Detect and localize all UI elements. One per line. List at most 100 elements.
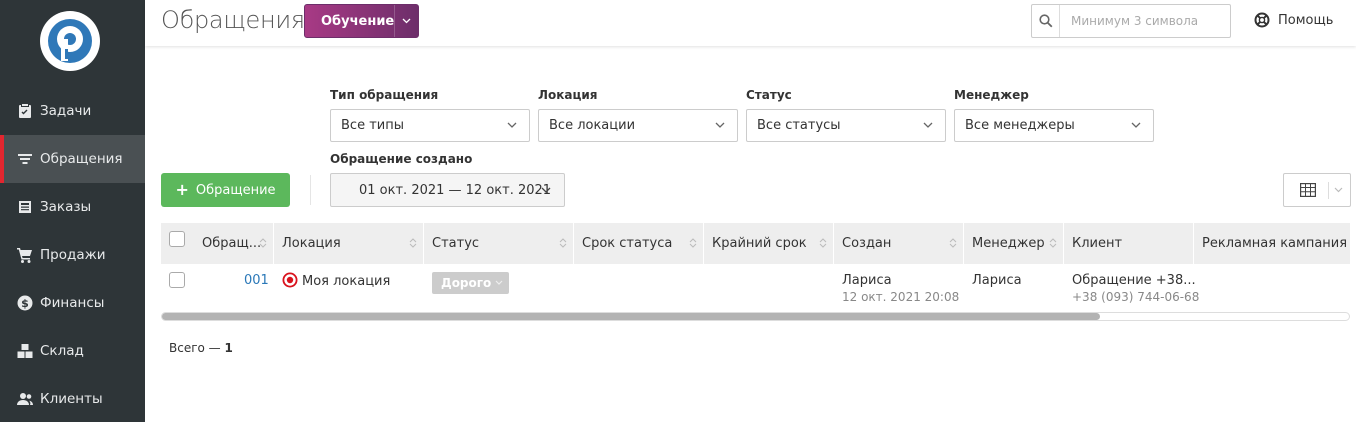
column-header-client[interactable]: Клиент bbox=[1064, 223, 1194, 264]
location-target-icon bbox=[282, 272, 298, 288]
column-header-label: Менеджер bbox=[972, 236, 1045, 251]
scrollbar-thumb[interactable] bbox=[162, 313, 1100, 320]
created-at: 12 окт. 2021 20:08 bbox=[842, 290, 960, 304]
help-label: Помощь bbox=[1278, 12, 1334, 28]
total-count: Всего — 1 bbox=[169, 341, 233, 355]
table-row[interactable]: 001 Моя локация Дорого Лариса 12 окт. 20… bbox=[161, 264, 1350, 312]
column-header-label: Создан bbox=[842, 236, 892, 251]
request-number-link[interactable]: 001 bbox=[244, 273, 269, 288]
sort-icon bbox=[559, 238, 567, 248]
chevron-down-icon bbox=[541, 187, 551, 193]
sidebar-item-tasks[interactable]: Задачи bbox=[0, 87, 145, 135]
chevron-down-icon bbox=[923, 122, 933, 128]
select-all-checkbox[interactable] bbox=[169, 231, 185, 247]
sort-icon bbox=[949, 238, 957, 248]
users-icon bbox=[17, 391, 33, 407]
cart-icon bbox=[17, 247, 33, 263]
sidebar: Задачи Обращения Заказы Продажи $ Финанс… bbox=[0, 0, 145, 422]
app-logo[interactable] bbox=[40, 11, 100, 71]
learning-button-label: Обучение bbox=[321, 13, 395, 29]
sort-icon bbox=[689, 238, 697, 248]
column-header-label: Локация bbox=[282, 236, 341, 251]
filter-type-select[interactable]: Все типы bbox=[330, 109, 530, 142]
chevron-down-icon bbox=[1131, 122, 1141, 128]
chevron-down-icon bbox=[507, 122, 517, 128]
column-header-ad-campaign[interactable]: Рекламная кампания bbox=[1194, 223, 1350, 264]
filter-manager-select[interactable]: Все менеджеры bbox=[954, 109, 1154, 142]
chevron-down-icon bbox=[715, 122, 725, 128]
client-cell: Обращение +38... +38 (093) 744-06-68 bbox=[1072, 273, 1199, 304]
filter-location-label: Локация bbox=[538, 88, 598, 102]
chevron-down-icon bbox=[495, 280, 503, 285]
filter-location-select[interactable]: Все локации bbox=[538, 109, 738, 142]
add-request-button[interactable]: + Обращение bbox=[161, 173, 290, 207]
boxes-icon bbox=[17, 343, 33, 359]
table-icon bbox=[1300, 183, 1316, 197]
status-badge[interactable]: Дорого bbox=[432, 272, 509, 294]
filter-type-label: Тип обращения bbox=[330, 88, 439, 102]
chevron-down-icon[interactable] bbox=[394, 5, 418, 37]
horizontal-scrollbar[interactable] bbox=[161, 312, 1350, 321]
sidebar-item-orders[interactable]: Заказы bbox=[0, 183, 145, 231]
sidebar-item-label: Клиенты bbox=[40, 391, 103, 407]
sidebar-item-sales[interactable]: Продажи bbox=[0, 231, 145, 279]
sidebar-item-clients[interactable]: Клиенты bbox=[0, 375, 145, 422]
client-name[interactable]: Обращение +38... bbox=[1072, 273, 1199, 288]
search-box bbox=[1031, 4, 1231, 38]
date-range-value: 01 окт. 2021 — 12 окт. 2021 bbox=[359, 182, 552, 198]
add-request-label: Обращение bbox=[195, 182, 276, 198]
total-label: Всего — bbox=[169, 341, 221, 355]
filter-status-select[interactable]: Все статусы bbox=[746, 109, 946, 142]
created-cell: Лариса 12 окт. 2021 20:08 bbox=[842, 273, 959, 304]
created-by: Лариса bbox=[842, 273, 892, 288]
column-header-status[interactable]: Статус bbox=[424, 223, 574, 264]
sidebar-item-requests[interactable]: Обращения bbox=[0, 135, 145, 183]
logo-icon bbox=[48, 19, 92, 63]
location-cell: Моя локация bbox=[282, 272, 390, 289]
row-checkbox[interactable] bbox=[169, 272, 185, 288]
table-header: Обращ... Локация Статус Срок статуса Кра… bbox=[161, 223, 1350, 264]
chevron-down-icon bbox=[1334, 187, 1343, 193]
sort-icon bbox=[1049, 238, 1057, 248]
divider bbox=[1328, 182, 1329, 199]
total-value: 1 bbox=[224, 341, 233, 355]
location-name: Моя локация bbox=[302, 274, 391, 289]
sidebar-item-warehouse[interactable]: Склад bbox=[0, 327, 145, 375]
lifebuoy-icon bbox=[1254, 12, 1270, 28]
filter-type-value: Все типы bbox=[341, 118, 404, 133]
column-header-location[interactable]: Локация bbox=[274, 223, 424, 264]
sidebar-item-label: Заказы bbox=[40, 199, 92, 215]
manager-cell: Лариса bbox=[972, 273, 1022, 288]
svg-text:$: $ bbox=[21, 297, 29, 310]
column-header-created[interactable]: Создан bbox=[834, 223, 964, 264]
column-header-label: Срок статуса bbox=[582, 236, 673, 251]
client-phone: +38 (093) 744-06-68 bbox=[1072, 290, 1200, 304]
filter-manager-label: Менеджер bbox=[954, 88, 1029, 102]
date-range-picker[interactable]: 01 окт. 2021 — 12 окт. 2021 bbox=[330, 173, 565, 207]
column-header-manager[interactable]: Менеджер bbox=[964, 223, 1064, 264]
column-header-deadline[interactable]: Крайний срок bbox=[704, 223, 834, 264]
filter-manager-value: Все менеджеры bbox=[965, 118, 1075, 133]
column-header-label: Рекламная кампания bbox=[1202, 236, 1348, 251]
sidebar-item-label: Финансы bbox=[40, 295, 105, 311]
column-header-number[interactable]: Обращ... bbox=[194, 223, 274, 264]
filter-status-value: Все статусы bbox=[757, 118, 841, 133]
search-icon[interactable] bbox=[1032, 5, 1060, 37]
column-header-label: Клиент bbox=[1072, 236, 1123, 251]
plus-icon: + bbox=[175, 179, 189, 199]
help-link[interactable]: Помощь bbox=[1254, 12, 1333, 28]
clipboard-icon bbox=[17, 103, 33, 119]
learning-button[interactable]: Обучение bbox=[304, 4, 419, 38]
column-header-status-deadline[interactable]: Срок статуса bbox=[574, 223, 704, 264]
filter-location-value: Все локации bbox=[549, 118, 636, 133]
sort-icon bbox=[819, 238, 827, 248]
columns-settings-button[interactable] bbox=[1283, 173, 1351, 207]
filter-created-label: Обращение создано bbox=[330, 152, 473, 166]
sidebar-item-label: Задачи bbox=[40, 103, 92, 119]
status-label: Дорого bbox=[441, 276, 492, 290]
dollar-icon: $ bbox=[17, 295, 33, 311]
sidebar-item-label: Обращения bbox=[40, 151, 123, 167]
top-header: Обращения Обучение Помощь bbox=[145, 0, 1356, 46]
sidebar-item-finance[interactable]: $ Финансы bbox=[0, 279, 145, 327]
search-input[interactable] bbox=[1060, 14, 1225, 28]
